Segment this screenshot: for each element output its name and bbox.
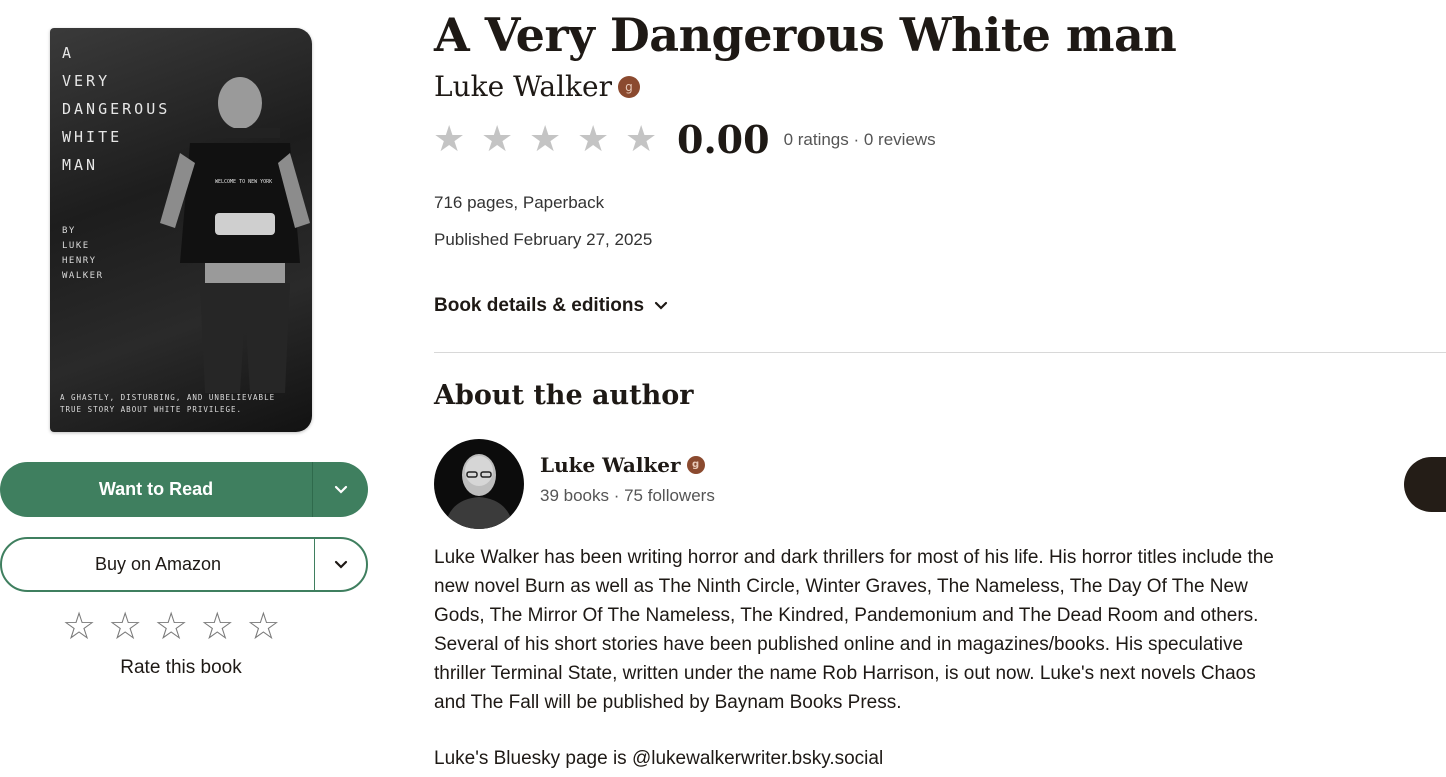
rate-star-3-icon[interactable]: ☆ bbox=[154, 606, 188, 646]
rate-star-4-icon[interactable]: ☆ bbox=[200, 606, 234, 646]
rating-star-icon: ★ bbox=[433, 118, 466, 160]
cover-by-line: LUKE bbox=[62, 241, 90, 251]
cover-title-line: MAN bbox=[62, 156, 99, 174]
average-rating-value: 0.00 bbox=[677, 117, 770, 162]
publication-date: Published February 27, 2025 bbox=[434, 230, 653, 249]
cover-by-line: BY bbox=[62, 226, 76, 236]
author-bio: Luke Walker has been writing horror and … bbox=[434, 543, 1314, 717]
book-cover[interactable]: WELCOME TO NEW YORK A VERY DANGEROUS WHI… bbox=[50, 28, 312, 432]
rating-star-icon: ★ bbox=[481, 118, 514, 160]
rate-star-2-icon[interactable]: ☆ bbox=[108, 606, 142, 646]
cover-by-line: WALKER bbox=[62, 271, 104, 281]
bio-line: new novel Burn as well as The Ninth Circ… bbox=[434, 576, 1248, 597]
cover-title-line: DANGEROUS bbox=[62, 100, 171, 118]
rate-this-book-stars: ☆ ☆ ☆ ☆ ☆ bbox=[62, 606, 280, 646]
rate-this-book-label: Rate this book bbox=[120, 657, 242, 678]
about-author-link[interactable]: Luke Walker bbox=[540, 453, 681, 477]
buy-options-dropdown-button[interactable] bbox=[315, 539, 366, 590]
rating-star-icon: ★ bbox=[577, 118, 610, 160]
want-to-read-button[interactable]: Want to Read bbox=[0, 462, 368, 517]
ratings-reviews-count[interactable]: 0 ratings · 0 reviews bbox=[784, 130, 936, 150]
author-stats: 39 books · 75 followers bbox=[540, 486, 715, 505]
buy-label[interactable]: Buy on Amazon bbox=[2, 554, 314, 575]
pages-format: 716 pages, Paperback bbox=[434, 193, 605, 212]
average-rating-row: ★ ★ ★ ★ ★ 0.00 0 ratings · 0 reviews bbox=[433, 117, 936, 162]
cover-by-line: HENRY bbox=[62, 256, 97, 266]
shelf-dropdown-button[interactable] bbox=[313, 462, 368, 517]
rate-star-1-icon[interactable]: ☆ bbox=[62, 606, 96, 646]
about-author-name: Luke Walker g bbox=[540, 453, 705, 477]
book-author: Luke Walker g bbox=[434, 70, 640, 103]
want-to-read-label[interactable]: Want to Read bbox=[0, 479, 312, 500]
cover-tagline-line: TRUE STORY ABOUT WHITE PRIVILEGE. bbox=[60, 405, 243, 414]
bio-line: and The Fall will be published by Baynam… bbox=[434, 692, 902, 713]
cover-tagline-line: A GHASTLY, DISTURBING, AND UNBELIEVABLE bbox=[60, 393, 276, 402]
cover-title-line: WHITE bbox=[62, 128, 123, 146]
cover-title-line: A bbox=[62, 44, 75, 62]
section-divider bbox=[434, 352, 1446, 353]
goodreads-author-badge-icon: g bbox=[686, 456, 705, 474]
cover-title-line: VERY bbox=[62, 72, 111, 90]
bio-line: Several of his short stories have been p… bbox=[434, 634, 1244, 655]
author-avatar[interactable] bbox=[434, 439, 524, 529]
book-details-label[interactable]: Book details & editions bbox=[434, 295, 644, 317]
rate-star-5-icon[interactable]: ☆ bbox=[246, 606, 280, 646]
bio-line: Gods, The Mirror Of The Nameless, The Ki… bbox=[434, 605, 1259, 626]
rating-star-icon: ★ bbox=[529, 118, 562, 160]
about-author-heading: About the author bbox=[434, 380, 694, 411]
chevron-down-icon bbox=[334, 560, 347, 569]
bio-line: thriller Terminal State, written under t… bbox=[434, 663, 1256, 684]
goodreads-author-badge-icon: g bbox=[617, 75, 640, 98]
chevron-down-icon bbox=[654, 301, 668, 310]
cover-photo-figure: WELCOME TO NEW YORK bbox=[160, 77, 310, 393]
buy-button[interactable]: Buy on Amazon bbox=[0, 537, 368, 592]
rating-star-icon: ★ bbox=[625, 118, 658, 160]
chevron-down-icon bbox=[334, 485, 347, 494]
bio-line: Luke Walker has been writing horror and … bbox=[434, 547, 1274, 568]
author-photo bbox=[444, 454, 514, 529]
book-title: A Very Dangerous White man bbox=[434, 8, 1177, 62]
follow-author-button[interactable] bbox=[1404, 457, 1446, 512]
book-details-toggle[interactable]: Book details & editions bbox=[434, 295, 668, 317]
cover-shirt-text: WELCOME TO NEW YORK bbox=[215, 179, 272, 185]
cover-tagline: A GHASTLY, DISTURBING, AND UNBELIEVABLE … bbox=[60, 392, 304, 416]
author-bluesky: Luke's Bluesky page is @lukewalkerwriter… bbox=[434, 748, 884, 769]
author-link[interactable]: Luke Walker bbox=[434, 70, 612, 103]
